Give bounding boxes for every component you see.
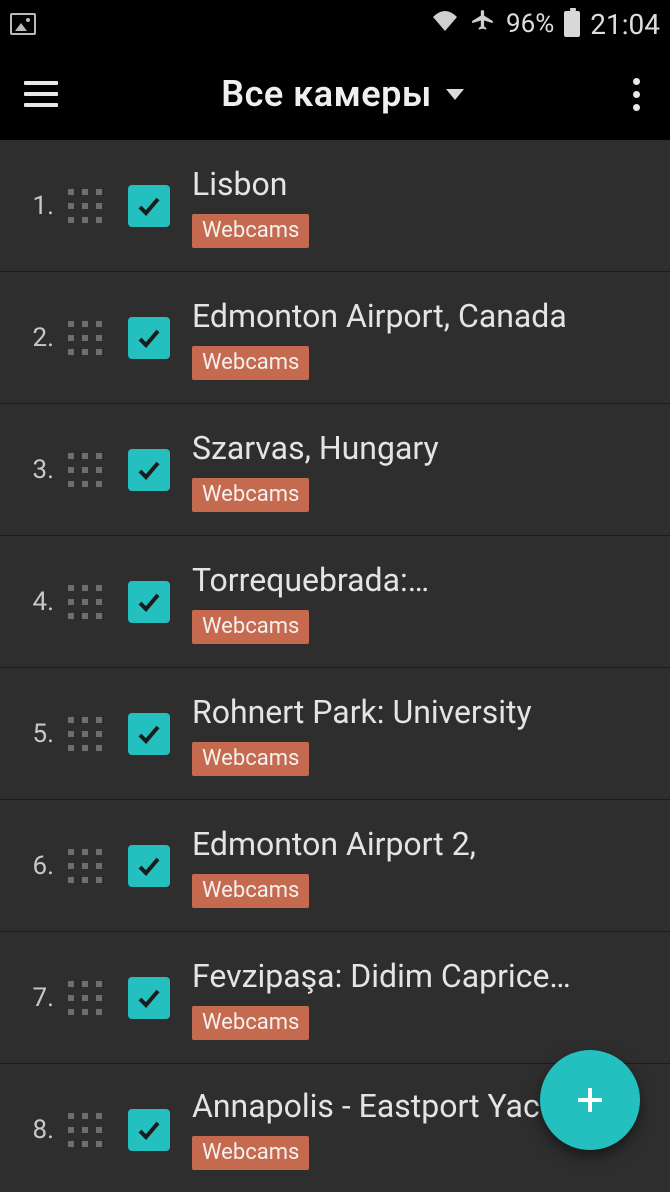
- checkbox[interactable]: [128, 449, 170, 491]
- checkbox[interactable]: [128, 1109, 170, 1151]
- item-label: Rohnert Park: University: [192, 692, 648, 732]
- list-item[interactable]: 6. Edmonton Airport 2, Webcams: [0, 800, 670, 932]
- item-content: Edmonton Airport 2, Webcams: [192, 824, 648, 908]
- list-item[interactable]: 1. Lisbon Webcams: [0, 140, 670, 272]
- item-number: 3.: [12, 455, 54, 485]
- category-tag: Webcams: [192, 1006, 309, 1040]
- item-label: Lisbon: [192, 164, 648, 204]
- category-tag: Webcams: [192, 478, 309, 512]
- item-number: 6.: [12, 851, 54, 881]
- item-label: Fevzipaşa: Didim Caprice…: [192, 956, 648, 996]
- drag-handle-icon[interactable]: [68, 575, 108, 629]
- list-item[interactable]: 2. Edmonton Airport, Canada Webcams: [0, 272, 670, 404]
- item-number: 2.: [12, 323, 54, 353]
- list-item[interactable]: 5. Rohnert Park: University Webcams: [0, 668, 670, 800]
- category-tag: Webcams: [192, 214, 309, 248]
- item-label: Edmonton Airport 2,: [192, 824, 648, 864]
- drag-handle-icon[interactable]: [68, 443, 108, 497]
- category-tag: Webcams: [192, 1136, 309, 1170]
- item-number: 4.: [12, 587, 54, 617]
- airplane-icon: [470, 8, 496, 41]
- checkbox[interactable]: [128, 581, 170, 623]
- drag-handle-icon[interactable]: [68, 707, 108, 761]
- add-button[interactable]: [540, 1050, 640, 1150]
- menu-button[interactable]: [24, 81, 58, 107]
- camera-list: 1. Lisbon Webcams 2. Edmonton Airport, Canad…: [0, 140, 670, 1192]
- item-content: Torrequebrada:… Webcams: [192, 560, 648, 644]
- item-number: 5.: [12, 719, 54, 749]
- page-title: Все камеры: [221, 73, 432, 115]
- checkbox[interactable]: [128, 185, 170, 227]
- category-tag: Webcams: [192, 610, 309, 644]
- category-tag: Webcams: [192, 874, 309, 908]
- item-content: Lisbon Webcams: [192, 164, 648, 248]
- picture-icon: [10, 13, 36, 35]
- list-item[interactable]: 3. Szarvas, Hungary Webcams: [0, 404, 670, 536]
- item-number: 1.: [12, 191, 54, 221]
- category-tag: Webcams: [192, 742, 309, 776]
- item-number: 7.: [12, 983, 54, 1013]
- item-number: 8.: [12, 1115, 54, 1145]
- overflow-menu-button[interactable]: [627, 72, 646, 117]
- item-label: Szarvas, Hungary: [192, 428, 648, 468]
- drag-handle-icon[interactable]: [68, 311, 108, 365]
- drag-handle-icon[interactable]: [68, 1103, 108, 1157]
- item-content: Szarvas, Hungary Webcams: [192, 428, 648, 512]
- battery-icon: [564, 11, 580, 37]
- checkbox[interactable]: [128, 845, 170, 887]
- category-tag: Webcams: [192, 346, 309, 380]
- checkbox[interactable]: [128, 713, 170, 755]
- item-label: Edmonton Airport, Canada: [192, 296, 648, 336]
- drag-handle-icon[interactable]: [68, 179, 108, 233]
- list-item[interactable]: 7. Fevzipaşa: Didim Caprice… Webcams: [0, 932, 670, 1064]
- checkbox[interactable]: [128, 977, 170, 1019]
- wifi-icon: [430, 9, 460, 40]
- title-dropdown[interactable]: Все камеры: [58, 73, 627, 115]
- item-content: Fevzipaşa: Didim Caprice… Webcams: [192, 956, 648, 1040]
- drag-handle-icon[interactable]: [68, 839, 108, 893]
- item-content: Rohnert Park: University Webcams: [192, 692, 648, 776]
- checkbox[interactable]: [128, 317, 170, 359]
- app-bar: Все камеры: [0, 48, 670, 140]
- drag-handle-icon[interactable]: [68, 971, 108, 1025]
- chevron-down-icon: [446, 89, 464, 100]
- battery-percent: 96%: [506, 9, 554, 39]
- clock: 21:04: [590, 8, 660, 41]
- status-bar: 96% 21:04: [0, 0, 670, 48]
- item-label: Torrequebrada:…: [192, 560, 648, 600]
- list-item[interactable]: 4. Torrequebrada:… Webcams: [0, 536, 670, 668]
- item-content: Edmonton Airport, Canada Webcams: [192, 296, 648, 380]
